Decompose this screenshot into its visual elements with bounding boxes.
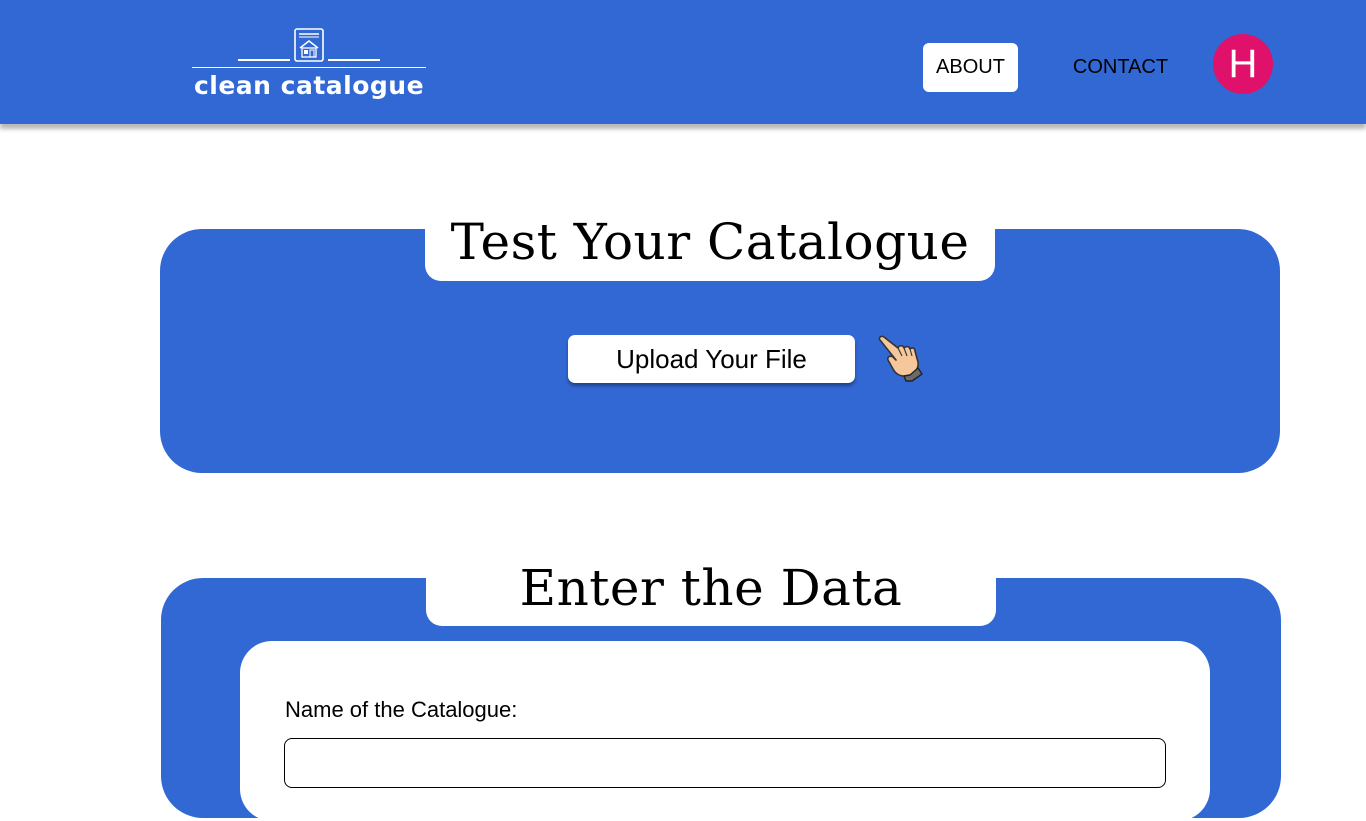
logo-underline: [192, 67, 426, 68]
catalogue-house-icon: [294, 28, 324, 62]
upload-file-button[interactable]: Upload Your File: [568, 335, 855, 383]
site-header: clean catalogue ABOUT CONTACT H: [0, 0, 1366, 124]
nav-contact-link[interactable]: CONTACT: [1063, 43, 1178, 92]
user-avatar[interactable]: H: [1213, 34, 1273, 94]
logo-text: clean catalogue: [193, 71, 425, 100]
catalogue-name-label: Name of the Catalogue:: [285, 697, 518, 722]
catalogue-name-input[interactable]: [284, 738, 1166, 788]
test-catalogue-title: Test Your Catalogue: [425, 200, 995, 281]
logo-line-right: [328, 59, 380, 61]
logo[interactable]: clean catalogue: [192, 28, 426, 102]
logo-line-left: [238, 59, 290, 61]
nav-about-button[interactable]: ABOUT: [923, 43, 1018, 92]
data-form-card: [240, 641, 1210, 821]
pointing-hand-icon: [878, 335, 923, 382]
enter-data-title: Enter the Data: [426, 548, 996, 626]
